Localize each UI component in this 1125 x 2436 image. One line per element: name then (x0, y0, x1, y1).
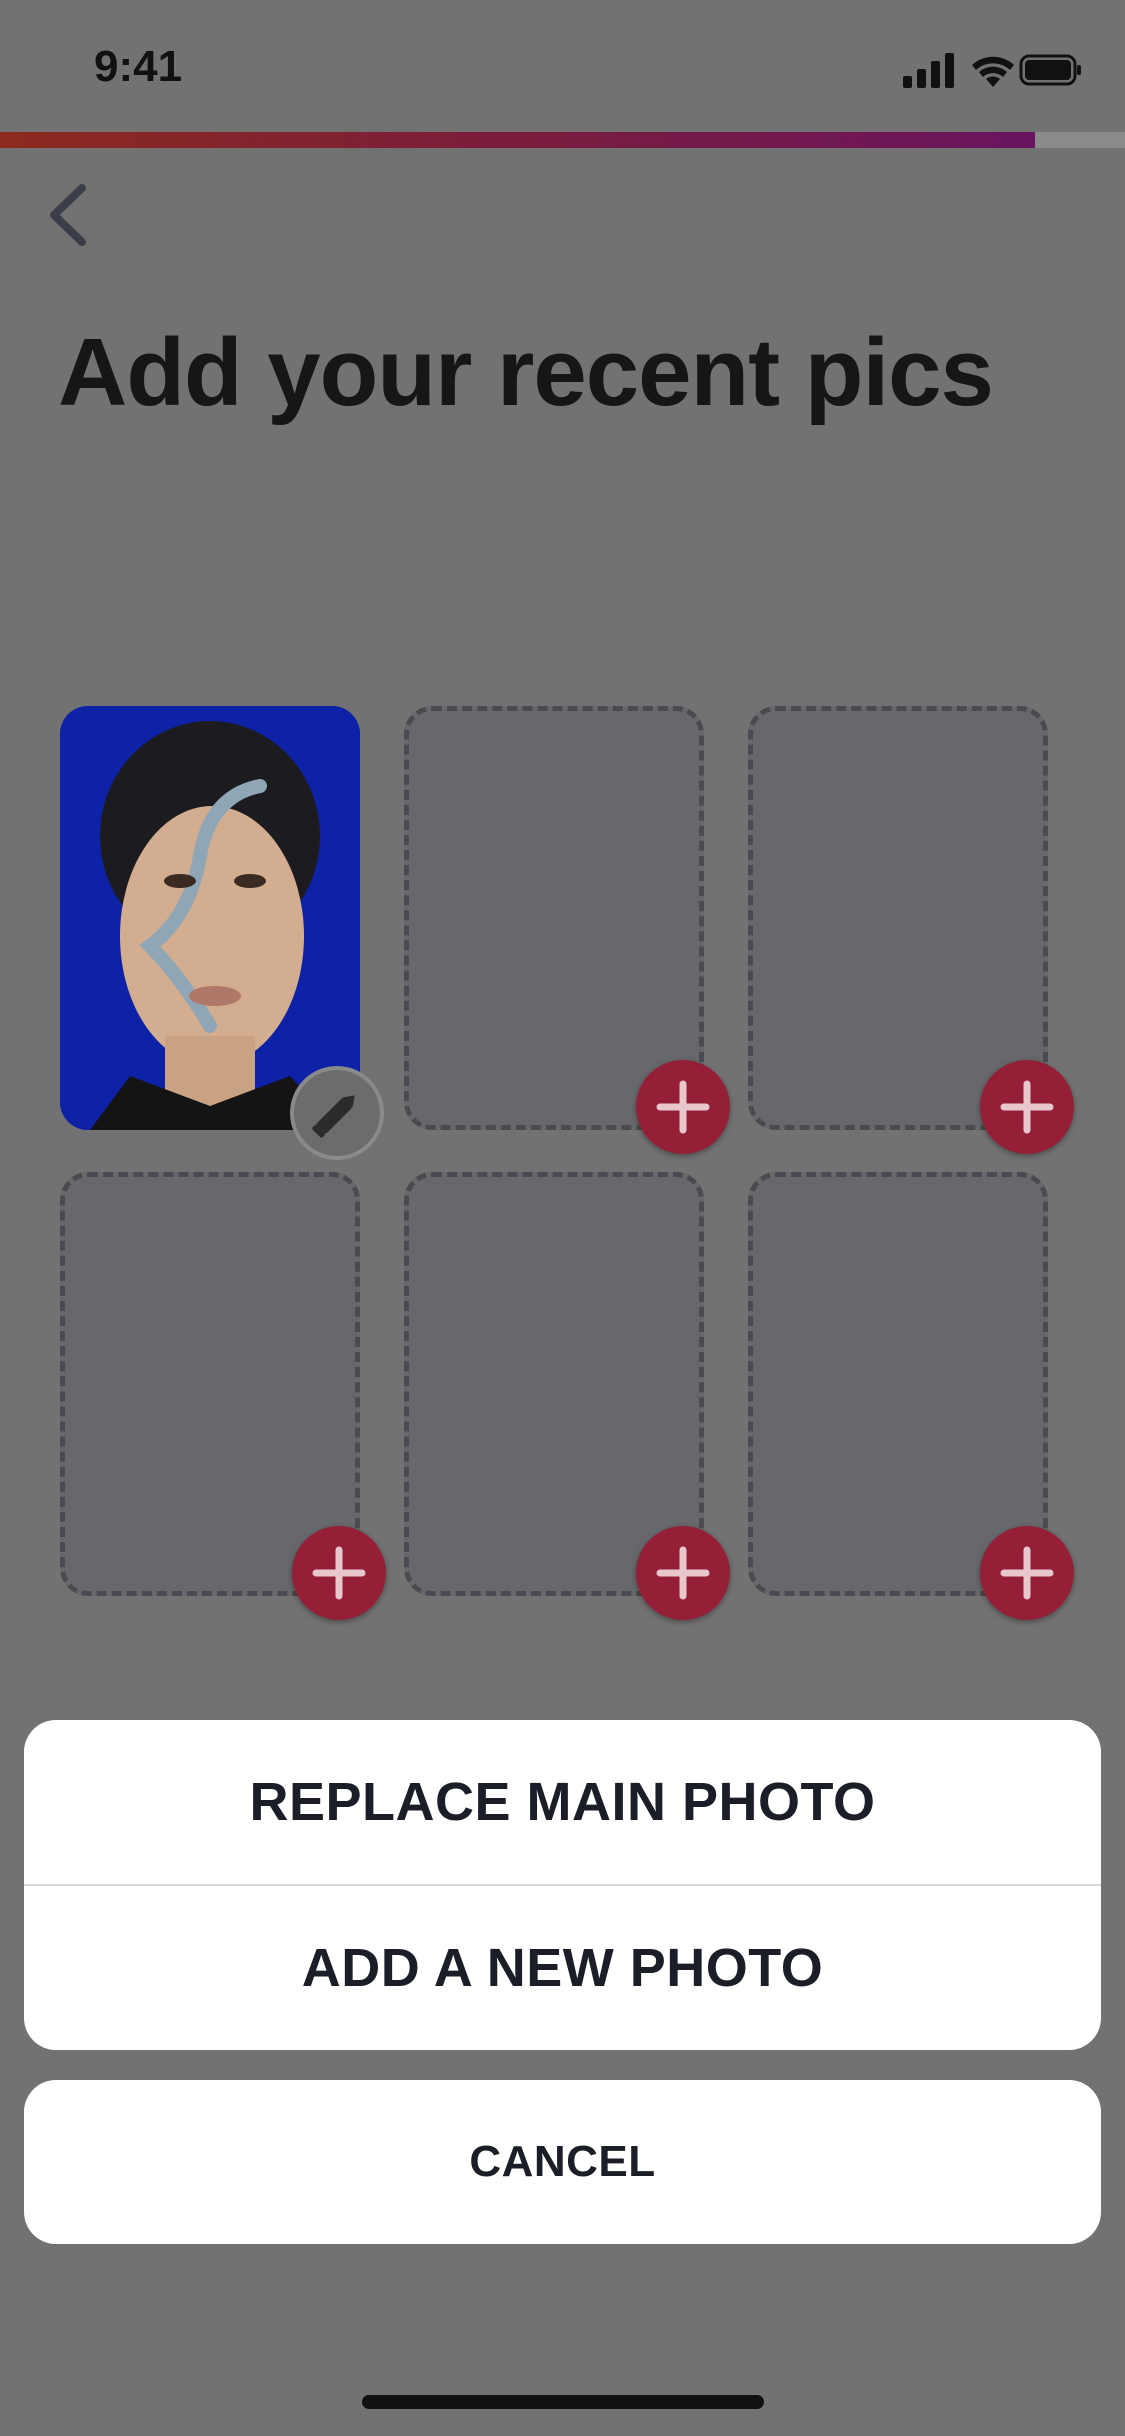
status-time: 9:41 (94, 42, 183, 91)
plus-icon (1000, 1080, 1054, 1134)
status-icons (903, 50, 1083, 95)
cellular-signal-icon (903, 53, 954, 88)
action-sheet-cancel-group: CANCEL (24, 2080, 1101, 2244)
add-photo-button[interactable] (292, 1526, 386, 1620)
action-sheet: REPLACE MAIN PHOTO ADD A NEW PHOTO (24, 1720, 1101, 2050)
add-new-photo-button[interactable]: ADD A NEW PHOTO (24, 1886, 1101, 2050)
plus-icon (656, 1546, 710, 1600)
battery-icon (1019, 54, 1081, 86)
edit-photo-button[interactable] (290, 1066, 384, 1160)
plus-icon (312, 1546, 366, 1600)
photo-slot-main[interactable] (60, 706, 360, 1130)
pencil-icon (312, 1095, 355, 1138)
chevron-left-icon (50, 184, 86, 246)
home-indicator[interactable] (362, 2395, 764, 2409)
main-photo-thumbnail (60, 706, 360, 1130)
plus-icon (656, 1080, 710, 1134)
replace-main-photo-button[interactable]: REPLACE MAIN PHOTO (24, 1720, 1101, 1884)
back-button[interactable] (44, 180, 94, 250)
page-title: Add your recent pics (58, 319, 994, 426)
onboarding-progress-fill (0, 132, 1035, 148)
add-photo-button[interactable] (980, 1060, 1074, 1154)
onboarding-progress-bar (0, 132, 1125, 148)
plus-icon (1000, 1546, 1054, 1600)
add-photo-button[interactable] (636, 1526, 730, 1620)
add-photo-button[interactable] (980, 1526, 1074, 1620)
cancel-button[interactable]: CANCEL (24, 2080, 1101, 2244)
add-photo-button[interactable] (636, 1060, 730, 1154)
wifi-icon (972, 56, 1014, 87)
